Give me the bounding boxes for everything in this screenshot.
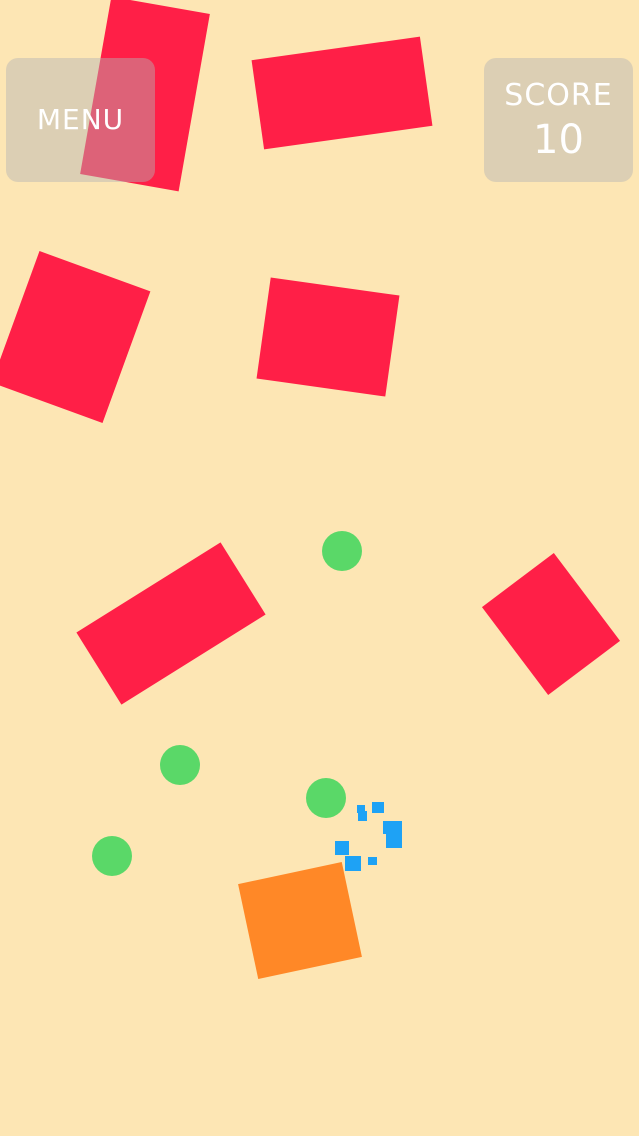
coin	[160, 745, 200, 785]
coin	[322, 531, 362, 571]
obstacle-block	[251, 36, 433, 150]
particle	[372, 802, 384, 813]
score-label: SCORE	[504, 78, 613, 113]
player-square	[238, 862, 362, 979]
menu-button[interactable]: MENU	[6, 58, 155, 182]
coin	[306, 778, 346, 818]
obstacle-block	[256, 277, 400, 397]
particle	[345, 856, 361, 871]
obstacle-block	[76, 542, 266, 705]
obstacle-block	[481, 552, 621, 696]
score-value: 10	[533, 117, 584, 163]
particle	[368, 857, 377, 865]
score-panel: SCORE 10	[484, 58, 633, 182]
particle	[386, 833, 402, 848]
menu-label: MENU	[36, 103, 125, 136]
coin	[92, 836, 132, 876]
particle	[335, 841, 349, 855]
game-stage[interactable]: MENU SCORE 10	[0, 0, 639, 1136]
particle	[358, 811, 367, 821]
obstacle-block	[0, 251, 151, 423]
